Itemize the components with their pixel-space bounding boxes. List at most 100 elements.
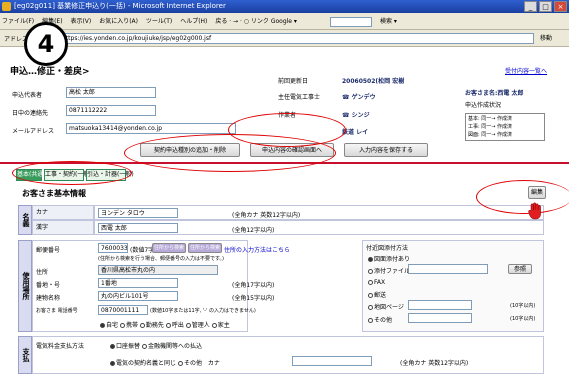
attach-file-input[interactable] <box>408 264 488 274</box>
radio-home[interactable] <box>100 323 105 328</box>
page-title: 申込…修正・差戻> <box>10 67 90 77</box>
option-other: その他 <box>374 317 393 324</box>
name-section-header: 名義 <box>18 205 32 235</box>
address-help-link[interactable]: 住所の入力方法はこちら <box>224 245 290 254</box>
engineer-label: 主任電気工事士 <box>278 94 321 101</box>
tel-type-call: 呼出 <box>171 322 184 329</box>
option-mail: 郵送 <box>374 292 387 299</box>
other-input[interactable] <box>408 313 472 323</box>
hand-pointer-icon <box>528 202 541 220</box>
browse-button[interactable]: 参照 <box>508 264 532 274</box>
status-line-basic: 基本: 同一→ 作成済 <box>468 116 513 122</box>
location-section-header: 使用場所 <box>18 240 32 332</box>
menu-file[interactable]: ファイル(F) <box>2 18 34 25</box>
payment-fields <box>32 336 544 374</box>
zip-input[interactable]: 7600033 <box>98 243 128 253</box>
worker-value: ☎ シンジ <box>342 112 370 119</box>
kana-note: (全角カナ 英数12字以内) <box>232 212 301 219</box>
maximize-button[interactable]: □ <box>539 1 552 12</box>
radio-call[interactable] <box>165 323 171 328</box>
section-title: お客さま基本情報 <box>22 189 86 198</box>
address-value: 香川県高松市丸の内 <box>98 265 218 275</box>
building-label: 建物名称 <box>36 295 61 302</box>
payer-kana-input[interactable] <box>292 356 372 366</box>
toolbar-nav[interactable]: 戻る · → · ○ リンク Google ▾ <box>215 18 297 25</box>
tel-type-radios: 自宅 携帯 勤務先 呼出 管理人 家主 <box>100 320 230 329</box>
radio-other[interactable] <box>368 318 373 323</box>
radio-bank-transfer[interactable] <box>110 344 115 349</box>
kanji-input[interactable]: 西電 太郎 <box>98 223 178 233</box>
customer-tel-label: お客さま 電話番号 <box>36 308 78 314</box>
address-bar: アドレス(D) https://ies.yonden.co.jp/koujiuk… <box>0 30 569 47</box>
kanji-label: 漢字 <box>32 220 94 235</box>
tel-type-mobile: 携帯 <box>125 322 138 329</box>
address-search-button-2[interactable]: 住所から検索 <box>188 243 222 253</box>
kana-input[interactable]: ヨンデン タロウ <box>98 208 178 218</box>
tel-type-manager: 管理人 <box>191 322 210 329</box>
tel-type-home: 自宅 <box>106 322 119 329</box>
menu-tools[interactable]: ツール(T) <box>146 18 172 25</box>
payment-method-label: 電気料金支払方法 <box>36 343 85 350</box>
address-label: 住所 <box>36 269 49 276</box>
radio-landlord[interactable] <box>211 323 217 328</box>
step-number-badge: 4 <box>24 22 68 66</box>
receipt-list-link[interactable]: 受付内容一覧へ <box>505 66 547 75</box>
last-updated-value: 20060502(松岡 宏樹 <box>342 78 405 85</box>
option-fax: FAX <box>374 279 386 286</box>
phone-input[interactable]: 0871112222 <box>66 105 156 116</box>
address-input[interactable]: https://ies.yonden.co.jp/koujiuke/jsp/eg… <box>58 33 534 44</box>
banchi-label: 番地・号 <box>36 282 61 289</box>
radio-fax[interactable] <box>368 280 373 285</box>
radio-counter-payment[interactable] <box>141 344 147 349</box>
option-attach-file: 添付ファイル <box>374 268 411 275</box>
radio-mail[interactable] <box>368 293 373 298</box>
radio-attach-file[interactable] <box>368 269 373 274</box>
payer-same-as-contract: 電気の契約名義と同じ <box>116 360 177 367</box>
annotation-add-delete-ellipse <box>124 134 336 172</box>
tel-type-landlord: 家主 <box>217 322 230 329</box>
option-drawing-attached: 図面添付あり <box>374 256 411 263</box>
creation-status-box: 基本: 同一→ 作成済 工事: 同一→ 作成済 図面: 同一→ 作成済 <box>465 113 545 141</box>
toolbar-search-input[interactable] <box>330 17 372 27</box>
payer-kana-note: (全角カナ 英数12字以内) <box>400 360 469 367</box>
address-search-button-1[interactable]: 住所から検索 <box>152 243 186 253</box>
payment-bank-transfer: 口座振替 <box>116 343 141 350</box>
customer-tel-note: (数値10字または11字, '-' の入力はできません) <box>150 308 256 314</box>
option-map-page: 地図ページ <box>374 304 404 311</box>
customer-tel-input[interactable]: 0870001111 <box>98 305 148 315</box>
menu-bar: ファイル(F) 編集(E) 表示(V) お気に入り(A) ツール(T) ヘルプ(… <box>0 13 569 30</box>
radio-same-as-contract[interactable] <box>110 361 115 366</box>
window-titlebar: [eg02g011] 基業修正申込り(一括) - Microsoft Inter… <box>0 0 569 13</box>
radio-map-page[interactable] <box>368 305 373 310</box>
email-input[interactable]: matsuoka13414@yonden.co.jp <box>66 123 236 134</box>
window-title: [eg02g011] 基業修正申込り(一括) - Microsoft Inter… <box>14 2 226 10</box>
close-button[interactable]: × <box>554 1 567 12</box>
go-button[interactable]: 移動 <box>540 33 566 44</box>
email-label: メールアドレス <box>12 128 55 135</box>
zip-label: 郵便番号 <box>36 247 61 254</box>
phone-label: 日中の連絡先 <box>12 110 49 117</box>
payment-section-header: 支払 <box>18 336 32 374</box>
applicant-name-label: 申込代表者 <box>12 92 43 99</box>
last-updated-label: 前回更新日 <box>278 78 309 85</box>
window-controls: _ □ × <box>524 1 567 12</box>
payer-other: その他 <box>183 360 202 367</box>
ie-logo-icon <box>2 2 11 11</box>
menu-help[interactable]: ヘルプ(H) <box>180 18 207 25</box>
radio-drawing-attached[interactable] <box>368 257 373 262</box>
radio-manager[interactable] <box>185 323 191 328</box>
banchi-input[interactable]: 1番地 <box>98 278 178 288</box>
minimize-button[interactable]: _ <box>524 1 537 12</box>
radio-mobile[interactable] <box>119 323 125 328</box>
building-note: (全角15字以内) <box>232 295 275 302</box>
toolbar-search-button[interactable]: 検索 ▾ <box>380 16 397 25</box>
payment-counter: 金融機関等への払込 <box>147 343 202 350</box>
map-page-input[interactable] <box>408 300 472 310</box>
menu-view[interactable]: 表示(V) <box>70 18 91 25</box>
radio-payer-other[interactable] <box>177 361 183 366</box>
menu-favorites[interactable]: お気に入り(A) <box>99 18 138 25</box>
radio-work[interactable] <box>139 323 145 328</box>
building-input[interactable]: 丸の内ビル101号 <box>98 291 178 301</box>
save-button[interactable]: 入力内容を保存する <box>344 143 428 157</box>
applicant-name-input[interactable]: 高松 太郎 <box>66 87 156 98</box>
